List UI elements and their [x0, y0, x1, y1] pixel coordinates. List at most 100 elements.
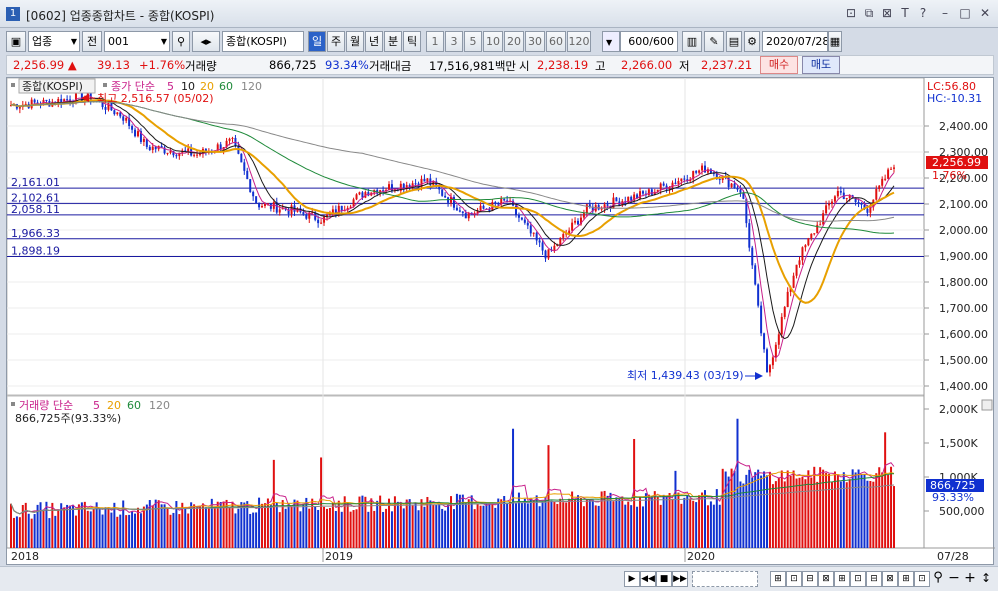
interval-button[interactable]: 3 — [445, 31, 463, 52]
volume-bar — [842, 472, 845, 548]
expand-icon[interactable]: ↕ — [978, 571, 994, 587]
volume-bar — [376, 500, 379, 548]
sell-button[interactable]: 매도 — [802, 56, 840, 74]
tool-icon[interactable]: ⊟ — [866, 571, 882, 587]
tab-period-tick[interactable]: 틱 — [403, 31, 421, 52]
draw-icon[interactable]: ✎ — [704, 31, 724, 52]
volume-bar — [131, 511, 134, 548]
candle-body — [786, 291, 789, 308]
chart-area[interactable]: 2,161.01 2,102.61 2,058.11 1,966.33 1,898.19… — [6, 77, 995, 566]
minimize-icon[interactable]: – — [938, 6, 952, 20]
tool-icon[interactable]: ⊟ — [802, 571, 818, 587]
tool-icon[interactable]: ⊡ — [914, 571, 930, 587]
volume-bar — [290, 506, 293, 548]
interval-button[interactable]: 1 — [426, 31, 444, 52]
tab-period-year[interactable]: 년 — [365, 31, 383, 52]
close-icon[interactable]: ✕ — [978, 6, 992, 20]
volume-bar — [866, 480, 869, 548]
tool-icon[interactable]: ⊡ — [850, 571, 866, 587]
help-icon[interactable]: ? — [916, 6, 930, 20]
volume-bar — [66, 504, 69, 548]
scroll-right-icon[interactable]: ▶ — [624, 571, 640, 587]
x-label-2019: 2019 — [325, 550, 353, 563]
candle-body — [828, 203, 831, 206]
tab-period-month[interactable]: 월 — [346, 31, 364, 52]
tool-icon[interactable]: ⊞ — [770, 571, 786, 587]
gear-icon[interactable]: ⚙ — [744, 31, 760, 52]
interval-button[interactable]: 10 — [483, 31, 503, 52]
candle-body — [529, 225, 532, 234]
interval-button[interactable]: 120 — [567, 31, 591, 52]
speaker-icon[interactable]: ◂▸ — [192, 31, 220, 52]
scroll-last-icon[interactable]: ▶▶ — [672, 571, 688, 587]
indicator-icon[interactable]: ▥ — [682, 31, 702, 52]
tab-period-day[interactable]: 일 — [308, 31, 326, 52]
zoom-out-icon[interactable]: − — [946, 571, 962, 587]
tool-icon[interactable]: ⊞ — [898, 571, 914, 587]
volume-bar — [405, 499, 408, 548]
volume-bar — [568, 498, 571, 548]
candle-body — [606, 204, 609, 206]
ma-legend-120: 120 — [241, 80, 262, 93]
volume-bar — [768, 471, 771, 548]
lock-icon[interactable]: ⊠ — [880, 6, 894, 20]
zoom-search-icon[interactable]: ⚲ — [930, 571, 946, 587]
prev-button[interactable]: 전 — [82, 31, 102, 52]
count-field[interactable]: 600/600 — [620, 31, 678, 52]
volume-value-note: 866,725주(93.33%) — [15, 412, 121, 425]
open-label: 시 — [519, 59, 530, 73]
candle-body — [571, 222, 574, 231]
volume-bar — [231, 501, 234, 548]
tool-icon[interactable]: ⊡ — [786, 571, 802, 587]
x-label-2020: 2020 — [687, 550, 715, 563]
window-title: [0602] 업종종합차트 - 종합(KOSPI) — [26, 9, 215, 23]
panel-scroll-up-icon[interactable] — [981, 399, 993, 411]
buy-button[interactable]: 매수 — [760, 56, 798, 74]
candle-body — [810, 233, 813, 239]
volume-bar — [754, 472, 757, 548]
volume-bar — [382, 511, 385, 548]
candle-body — [166, 152, 169, 154]
maximize-icon[interactable]: □ — [958, 6, 972, 20]
tool-icon[interactable]: ⊞ — [834, 571, 850, 587]
interval-dropdown[interactable]: ▼ — [602, 31, 620, 52]
font-icon[interactable]: T — [898, 6, 912, 20]
code-input[interactable]: 001 ▼ — [104, 31, 170, 52]
calendar-icon[interactable]: ▦ — [828, 31, 842, 52]
volume-bar — [77, 504, 80, 548]
tool-icon[interactable]: ⊠ — [818, 571, 834, 587]
save-icon[interactable]: ▤ — [726, 31, 742, 52]
restore-layout-icon[interactable]: ⊡ — [844, 6, 858, 20]
scroll-first-icon[interactable]: ◀◀ — [640, 571, 656, 587]
interval-button[interactable]: 30 — [525, 31, 545, 52]
volume-bar — [736, 418, 739, 548]
candle-body — [464, 212, 467, 219]
candle-body — [66, 99, 69, 101]
volume-bar — [724, 471, 727, 548]
candle-body — [804, 245, 807, 248]
search-icon[interactable]: ⚲ — [172, 31, 190, 52]
interval-button[interactable]: 20 — [504, 31, 524, 52]
market-select[interactable]: 업종 ▼ — [28, 31, 80, 52]
volume-bar — [252, 512, 255, 548]
layout-icon[interactable]: ▣ — [6, 31, 26, 52]
interval-button[interactable]: 60 — [546, 31, 566, 52]
volume-bar — [674, 470, 677, 548]
candlestick-chart[interactable]: 2,161.012,102.612,058.111,966.331,898.19… — [6, 77, 995, 566]
volume-bar — [541, 501, 544, 548]
volume-bar — [662, 494, 665, 548]
tab-period-minute[interactable]: 분 — [384, 31, 402, 52]
volume-bar — [491, 504, 494, 548]
zoom-in-icon[interactable]: + — [962, 571, 978, 587]
tab-period-week[interactable]: 주 — [327, 31, 345, 52]
y-tick-label: 2,100.00 — [939, 198, 988, 211]
tool-icon[interactable]: ⊠ — [882, 571, 898, 587]
volume-bar — [266, 498, 269, 548]
zoom-slider[interactable] — [692, 571, 758, 587]
date-field[interactable]: 2020/07/28 — [762, 31, 828, 52]
candle-body — [261, 205, 264, 208]
y-tick-label: 1,700.00 — [939, 302, 988, 315]
interval-button[interactable]: 5 — [464, 31, 482, 52]
link-icon[interactable]: ⧉ — [862, 6, 876, 20]
stop-icon[interactable]: ■ — [656, 571, 672, 587]
